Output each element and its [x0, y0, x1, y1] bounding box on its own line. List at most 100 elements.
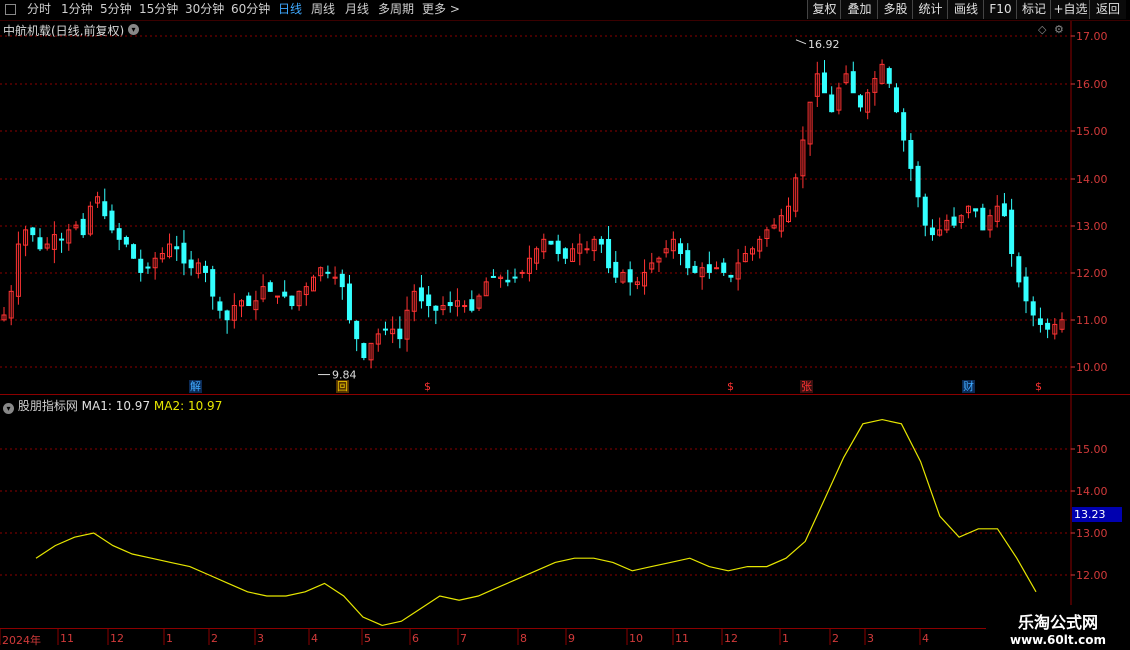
date-label-1: 11 [60, 632, 74, 645]
watermark-logo: 乐淘公式网 www.60lt.com [986, 605, 1130, 650]
event-marker-1[interactable]: 回 [336, 380, 349, 393]
candle-body [426, 294, 432, 307]
candle-body [361, 343, 367, 359]
high-pointer [795, 39, 807, 45]
candle-body [339, 273, 345, 288]
candle-body [1037, 318, 1043, 325]
date-label-15: 12 [724, 632, 738, 645]
candle-body [519, 271, 525, 274]
candle-body [354, 320, 360, 340]
date-label-0: 2024年 [2, 634, 41, 647]
candle-body [915, 165, 921, 198]
date-label-19: 4 [922, 632, 929, 645]
candle-body [325, 271, 331, 274]
candle-body [505, 279, 511, 283]
candle-body [627, 269, 633, 283]
candle-body [174, 246, 180, 250]
sub-y-tick-label: 13.00 [1076, 527, 1108, 540]
candle-body [203, 265, 209, 273]
candle-body [131, 244, 137, 259]
candle-body [929, 227, 935, 236]
ma1-value: MA1: 10.97 [81, 399, 151, 413]
event-marker-0[interactable]: 解 [189, 380, 202, 393]
candle-body [613, 261, 619, 278]
event-marker-6[interactable]: $ [1034, 380, 1043, 393]
candle-body [80, 218, 86, 236]
main-y-tick-label: 14.00 [1076, 173, 1108, 186]
candle-body [584, 248, 590, 251]
candle-body [555, 240, 561, 255]
candle-body [922, 196, 928, 226]
candle-body [598, 238, 604, 245]
candle-body [893, 87, 899, 113]
candle-body [1009, 209, 1015, 255]
candle-body [1030, 301, 1036, 316]
candle-body [606, 238, 612, 269]
high-price-label: 16.92 [808, 38, 840, 51]
main-y-tick-label: 12.00 [1076, 267, 1108, 280]
ma-line [35, 418, 1037, 627]
main-y-tick-label: 10.00 [1076, 361, 1108, 374]
candle-body [908, 140, 914, 169]
candle-body [346, 283, 352, 321]
watermark-line1: 乐淘公式网 [1017, 613, 1098, 632]
date-label-13: 10 [629, 632, 643, 645]
candle-body [1045, 322, 1051, 330]
candle-body [951, 216, 957, 226]
candle-body [123, 237, 129, 245]
event-marker-4[interactable]: 张 [800, 380, 813, 393]
candle-body [886, 68, 892, 84]
main-y-tick-label: 17.00 [1076, 30, 1108, 43]
date-label-2: 12 [110, 632, 124, 645]
candle-body [210, 269, 216, 297]
date-label-10: 7 [460, 632, 467, 645]
event-marker-5[interactable]: 财 [962, 380, 975, 393]
candle-body [246, 295, 252, 307]
candle-body [1016, 256, 1022, 283]
candle-body [267, 282, 273, 292]
date-label-17: 2 [832, 632, 839, 645]
candle-body [181, 242, 187, 264]
kline-canvas[interactable]: 17.00 16.00 15.00 14.00 13.00 12.00 11.00 10.00… [0, 0, 1130, 650]
candle-body [821, 72, 827, 94]
candle-body [188, 259, 194, 269]
candle-body [1023, 276, 1029, 302]
candle-body [224, 310, 230, 321]
candle-body [116, 228, 122, 240]
candle-body [706, 264, 712, 273]
candle-body [829, 94, 835, 113]
candle-body [37, 237, 43, 250]
indicator-current-value: 13.23 [1072, 507, 1122, 522]
date-label-14: 11 [675, 632, 689, 645]
candle-body [102, 201, 108, 217]
date-label-16: 1 [782, 632, 789, 645]
candle-body [1001, 203, 1007, 217]
candle-body [274, 295, 280, 298]
main-y-tick-label: 15.00 [1076, 125, 1108, 138]
candle-body [548, 240, 554, 245]
candle-body [462, 305, 468, 308]
main-y-tick-label: 11.00 [1076, 314, 1108, 327]
main-y-tick-label: 16.00 [1076, 78, 1108, 91]
candle-body [469, 299, 475, 311]
indicator-name: 股朋指标网 [17, 399, 78, 413]
candle-body [418, 287, 424, 302]
main-y-tick-label: 13.00 [1076, 220, 1108, 233]
indicator-title: ▾ 股朋指标网 MA1: 10.97 MA2: 10.97 [3, 397, 222, 414]
candle-body [692, 265, 698, 273]
event-marker-3[interactable]: $ [726, 380, 735, 393]
date-label-5: 3 [257, 632, 264, 645]
date-label-9: 6 [412, 632, 419, 645]
date-label-4: 2 [211, 632, 218, 645]
candle-body [901, 112, 907, 141]
candle-body [397, 328, 403, 340]
candle-body [217, 301, 223, 311]
candle-body [490, 275, 496, 278]
candle-body [857, 95, 863, 108]
date-label-18: 3 [867, 632, 874, 645]
candle-body [714, 267, 720, 270]
candle-body [562, 248, 568, 259]
event-marker-2[interactable]: $ [423, 380, 432, 393]
indicator-dropdown-icon[interactable]: ▾ [3, 403, 14, 414]
candle-body [721, 262, 727, 273]
